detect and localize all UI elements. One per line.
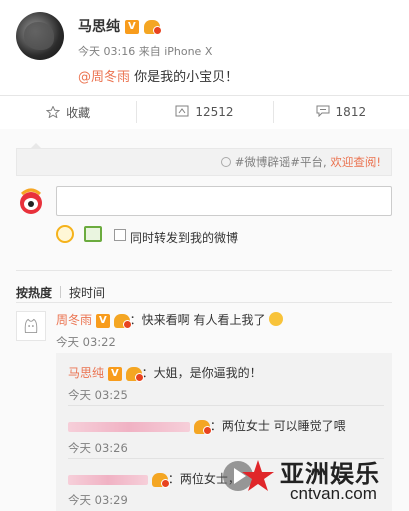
favorite-label: 收藏: [66, 105, 91, 120]
verified-badge: V: [107, 366, 122, 381]
forward-count: 12512: [195, 105, 234, 119]
emoji-icon[interactable]: [56, 225, 74, 243]
comment-icon: [316, 105, 330, 117]
comment-button[interactable]: 1812: [272, 101, 409, 123]
sort-divider: [60, 286, 62, 298]
comment-time: 今天 03:22: [56, 335, 116, 349]
comment-input[interactable]: [56, 186, 392, 216]
action-bar: 收藏 12512 1812: [0, 96, 409, 128]
divider: [68, 405, 384, 406]
member-icon[interactable]: [151, 472, 170, 488]
rumor-notice: #微博辟谣#平台, 欢迎查阅!: [16, 148, 392, 176]
notice-link[interactable]: 欢迎查阅!: [330, 155, 381, 169]
comment-text: ：快来看啊 有人看上我了: [129, 313, 266, 327]
post-meta: 今天 03:16 来自 iPhone X: [78, 45, 213, 58]
sort-bar: 按热度 按时间: [16, 284, 105, 301]
forward-icon: [175, 105, 189, 117]
reply-item: 马思纯 V ：大姐，是你逼我的！: [68, 364, 262, 382]
reply-author[interactable]: 马思纯: [68, 366, 104, 380]
smile-emoji-icon: [269, 312, 284, 326]
reply-item: ：两位女士，: [68, 470, 240, 488]
watermark-logo-icon: [223, 460, 274, 491]
post-author[interactable]: 马思纯 V: [78, 16, 162, 36]
sina-user-avatar[interactable]: [16, 186, 46, 216]
hash-icon: [220, 157, 231, 167]
member-icon[interactable]: [113, 313, 132, 329]
member-icon[interactable]: [193, 419, 212, 435]
forward-checkbox[interactable]: [114, 229, 126, 241]
favorite-button[interactable]: 收藏: [0, 104, 136, 121]
comment-author[interactable]: 周冬雨: [56, 313, 92, 327]
sort-hot-tab[interactable]: 按热度: [16, 286, 52, 300]
reply-item: ：两位女士 可以睡觉了喂: [68, 417, 346, 435]
blurred-username: [68, 474, 148, 485]
verified-badge: V: [95, 313, 110, 328]
divider: [16, 270, 392, 271]
comment-item: 周冬雨 V ：快来看啊 有人看上我了: [56, 311, 284, 329]
watermark: 亚洲娱乐 cntvan.com: [218, 452, 409, 508]
sort-time-tab[interactable]: 按时间: [69, 286, 105, 300]
post-text: 你是我的小宝贝！: [130, 70, 239, 85]
blurred-username: [68, 421, 190, 432]
divider: [16, 302, 392, 303]
member-icon[interactable]: [125, 366, 144, 382]
reply-time: 今天 03:25: [68, 388, 128, 402]
member-icon[interactable]: [143, 20, 162, 35]
author-avatar[interactable]: [16, 12, 64, 60]
forward-button[interactable]: 12512: [136, 101, 272, 123]
forward-checkbox-label: 同时转发到我的微博: [130, 231, 239, 245]
watermark-url: cntvan.com: [290, 484, 377, 503]
post-content: @周冬雨 你是我的小宝贝！: [78, 66, 238, 85]
verified-badge: V: [124, 20, 139, 34]
notice-text: #微博辟谣#平台,: [234, 155, 331, 169]
reply-time: 今天 03:29: [68, 493, 128, 507]
reply-text: ：大姐，是你逼我的！: [141, 366, 262, 380]
reply-time: 今天 03:26: [68, 441, 128, 455]
mention-link[interactable]: @周冬雨: [78, 70, 130, 85]
image-icon[interactable]: [84, 226, 102, 242]
reply-text: ：两位女士 可以睡觉了喂: [209, 419, 346, 433]
author-name[interactable]: 马思纯: [78, 19, 120, 35]
star-icon: [46, 105, 61, 118]
comment-count: 1812: [335, 105, 367, 119]
commenter-avatar[interactable]: [16, 311, 46, 341]
